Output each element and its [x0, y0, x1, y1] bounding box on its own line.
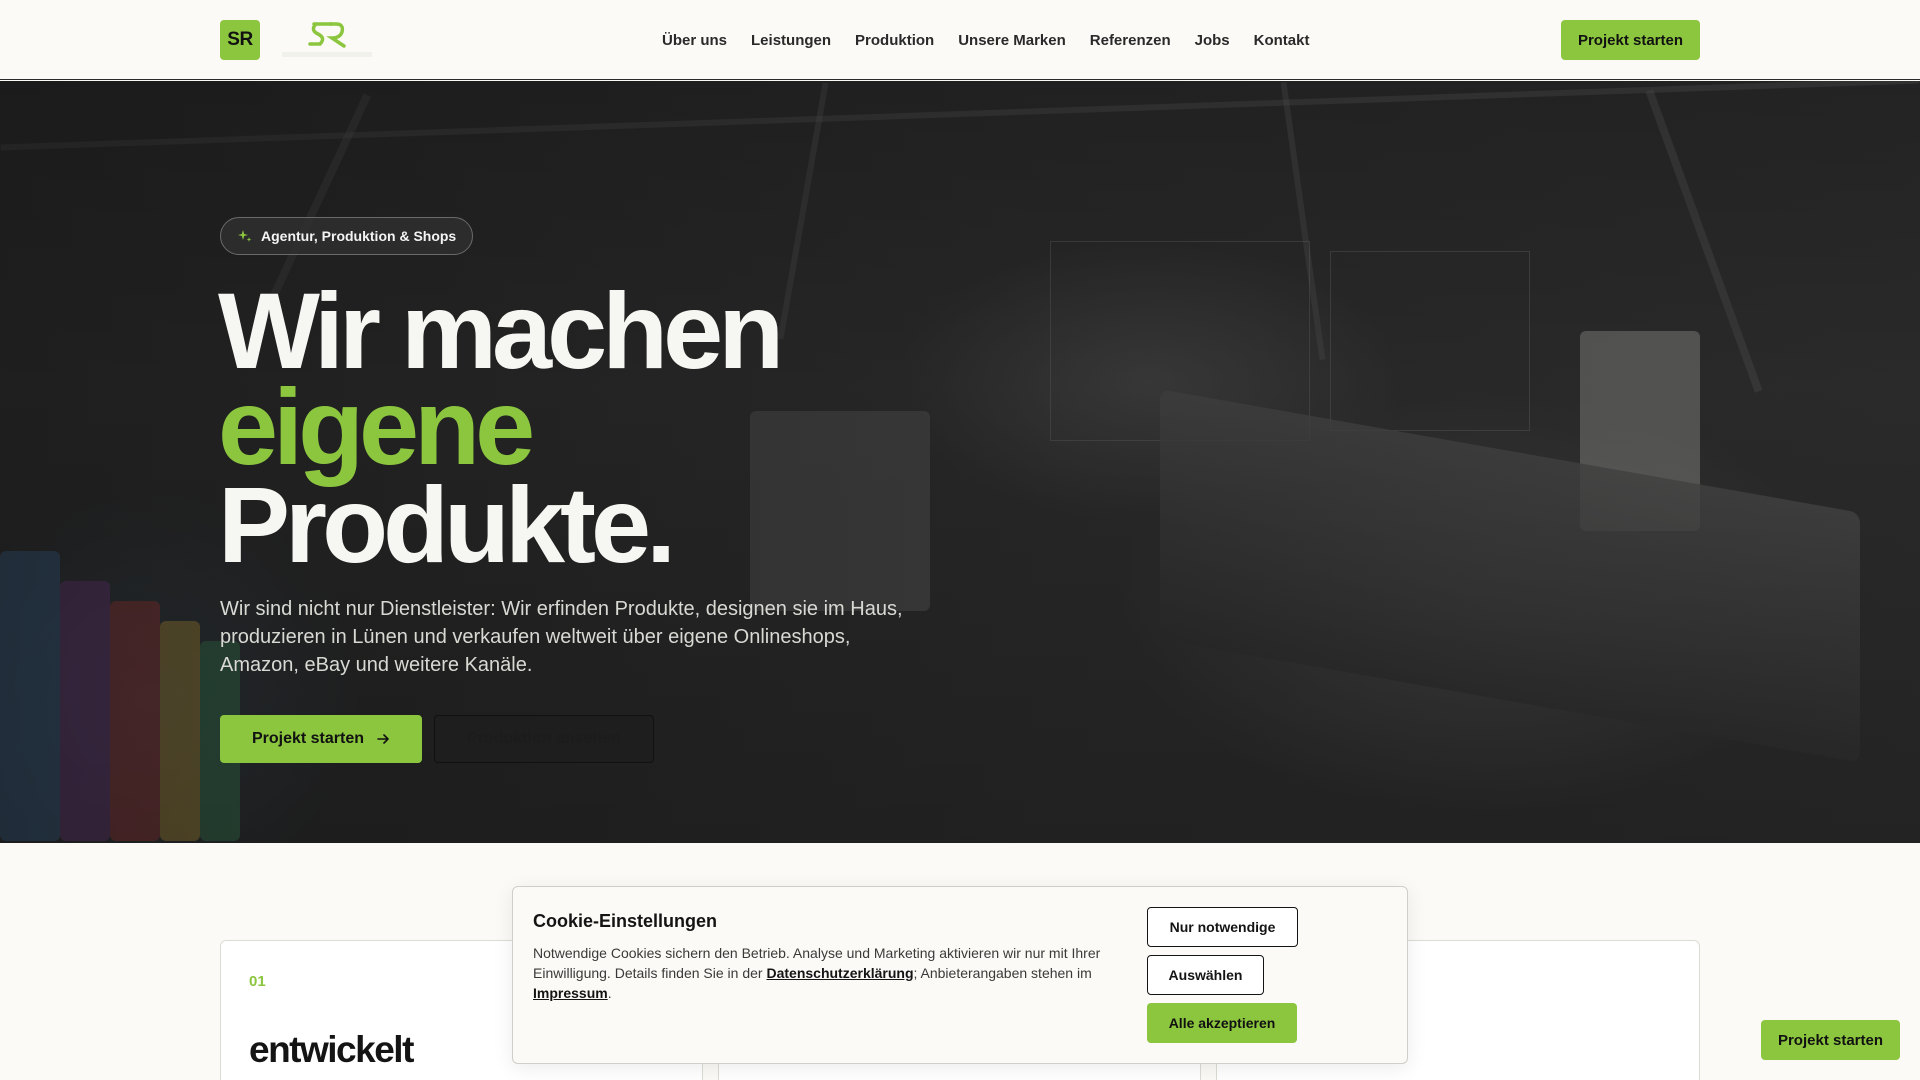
hero-view-production-button[interactable]: Produktion ansehen: [434, 715, 654, 763]
nav-item-leistungen[interactable]: Leistungen: [751, 32, 831, 49]
nav-item-referenzen[interactable]: Referenzen: [1090, 32, 1171, 49]
brand-logo-icon[interactable]: [282, 18, 372, 60]
cookie-accept-all-button[interactable]: Alle akzeptieren: [1147, 1003, 1297, 1043]
feature-card-number: 01: [249, 973, 266, 990]
nav-item-ueber-uns[interactable]: Über uns: [662, 32, 727, 49]
nav-item-produktion[interactable]: Produktion: [855, 32, 934, 49]
cookie-text-part-2: ; Anbieterangaben stehen im: [913, 965, 1092, 981]
sparkle-icon: [238, 230, 252, 242]
cookie-banner-text: Notwendige Cookies sichern den Betrieb. …: [533, 943, 1123, 1003]
cookie-text-part-3: .: [607, 985, 612, 1001]
floating-project-start-button[interactable]: Projekt starten: [1761, 1020, 1900, 1060]
nav-item-jobs[interactable]: Jobs: [1195, 32, 1230, 49]
hero-project-start-label: Projekt starten: [251, 730, 365, 747]
logo-badge[interactable]: SR: [220, 20, 260, 60]
cookie-select-button[interactable]: Auswählen: [1147, 955, 1264, 995]
hero-project-start-button[interactable]: Projekt starten: [220, 715, 422, 763]
hero-section: Agentur, Produktion & Shops Wir machen e…: [0, 81, 1920, 843]
hero-badge-label: Agentur, Produktion & Shops: [261, 228, 457, 244]
feature-card-title: entwickelt: [249, 1029, 414, 1070]
main-nav: Über uns Leistungen Produktion Unsere Ma…: [662, 0, 1309, 80]
cookie-banner-title: Cookie-Einstellungen: [533, 911, 718, 931]
hero-lead-text: Wir sind nicht nur Dienstleister: Wir er…: [220, 598, 903, 676]
nav-item-kontakt[interactable]: Kontakt: [1254, 32, 1310, 49]
cookie-necessary-only-button[interactable]: Nur notwendige: [1147, 907, 1298, 947]
hero-badge: Agentur, Produktion & Shops: [220, 217, 474, 255]
site-header: SR Über uns Leistungen Produktion Unsere…: [0, 0, 1920, 80]
cookie-banner: Cookie-Einstellungen Notwendige Cookies …: [512, 886, 1408, 1064]
privacy-policy-link[interactable]: Datenschutzerklärung: [766, 965, 913, 981]
hero-headline-line-3: Produkte.: [218, 464, 676, 585]
nav-item-unsere-marken[interactable]: Unsere Marken: [958, 32, 1066, 49]
arrow-right-icon: [377, 734, 389, 744]
header-project-start-button[interactable]: Projekt starten: [1561, 20, 1700, 60]
imprint-link[interactable]: Impressum: [533, 985, 608, 1001]
